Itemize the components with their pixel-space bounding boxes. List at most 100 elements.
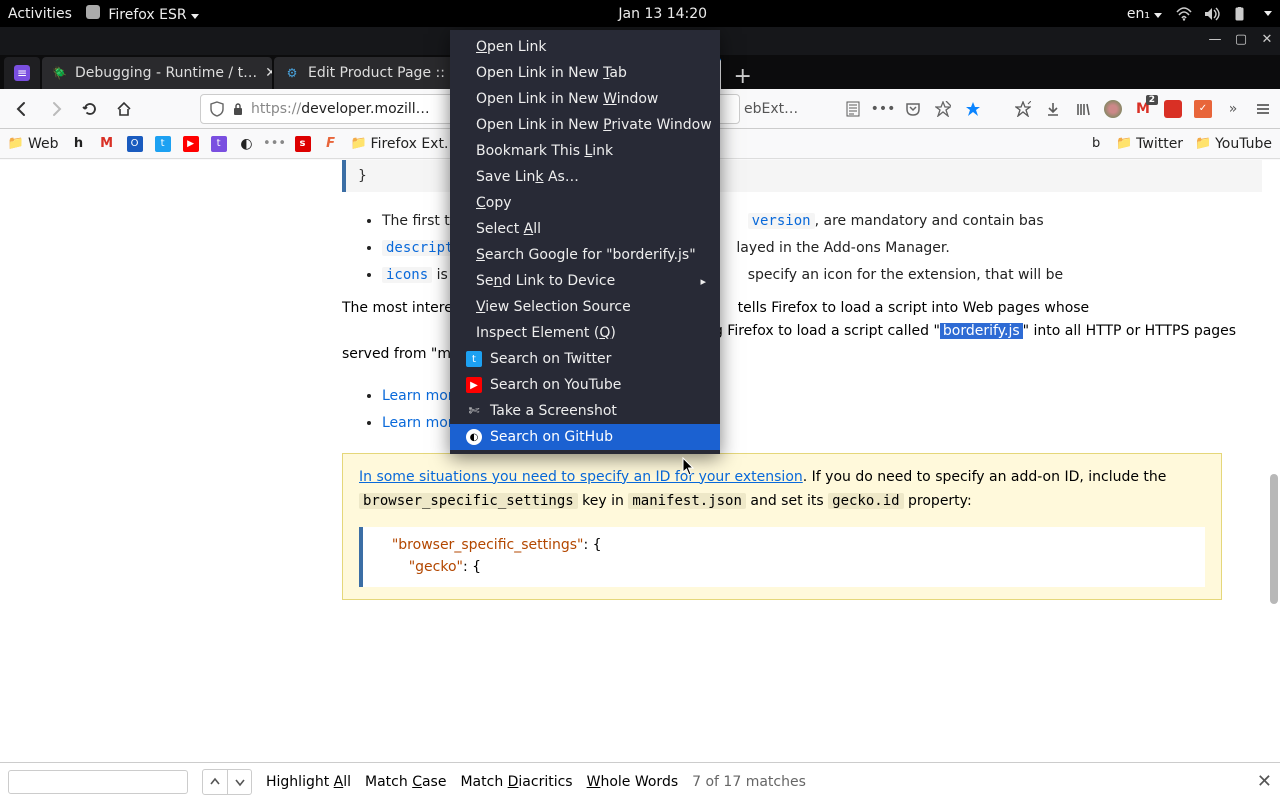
code-block-bss: "browser_specific_settings": { "gecko": …	[359, 527, 1205, 586]
gmail-icon[interactable]: M2	[1134, 100, 1152, 118]
minimize-button[interactable]: —	[1208, 33, 1222, 47]
ctx-select-all[interactable]: Select All	[450, 216, 720, 242]
ctx-take-screenshot[interactable]: ✄Take a Screenshot	[450, 398, 720, 424]
overflow-icon[interactable]: »	[1224, 100, 1242, 118]
highlight-all[interactable]: Highlight All	[266, 774, 351, 790]
profile-icon[interactable]	[1104, 100, 1122, 118]
bookmark-youtube[interactable]: ▶	[183, 136, 199, 152]
h-icon: h	[71, 136, 87, 152]
link-descript[interactable]: descript	[382, 240, 457, 256]
match-diacritics[interactable]: Match Diacritics	[460, 774, 572, 790]
tab-close-icon[interactable]: ✕	[720, 66, 722, 82]
submenu-arrow-icon: ▸	[700, 275, 706, 288]
bookmark-this-icon[interactable]	[1014, 100, 1032, 118]
pocket-icon[interactable]	[904, 100, 922, 118]
ctx-search-youtube[interactable]: ▶Search on YouTube	[450, 372, 720, 398]
outlook-icon: O	[127, 136, 143, 152]
bookmark-github[interactable]: ◐	[239, 136, 255, 152]
ctx-bookmark-link[interactable]: Bookmark This Link	[450, 138, 720, 164]
bookmark-outlook[interactable]: O	[127, 136, 143, 152]
ctx-copy[interactable]: Copy	[450, 190, 720, 216]
extension-red-icon[interactable]	[1164, 100, 1182, 118]
tab-pinned[interactable]: ≡	[4, 57, 40, 89]
bookmark-gmail[interactable]: M	[99, 136, 115, 152]
bookmark-firefox-ext[interactable]: 📁Firefox Ext…	[351, 136, 458, 152]
battery-icon[interactable]	[1232, 7, 1246, 21]
bookmark-web[interactable]: 📁Web	[8, 136, 59, 152]
url-extra-text: ebExt…	[744, 101, 798, 117]
volume-icon[interactable]	[1204, 7, 1218, 21]
bookmark-b[interactable]: b	[1088, 136, 1104, 152]
ctx-search-github[interactable]: ◐Search on GitHub	[450, 424, 720, 450]
app-menu[interactable]: Firefox ESR	[86, 5, 199, 23]
tab-close-icon[interactable]: ✕	[265, 65, 272, 81]
ctx-open-private[interactable]: Open Link in New Private Window	[450, 112, 720, 138]
context-menu: Open Link Open Link in New Tab Open Link…	[450, 30, 720, 454]
tab-label: Debugging - Runtime / t…	[75, 65, 257, 81]
home-button[interactable]	[110, 95, 138, 123]
bookmark-dots[interactable]: •••	[267, 136, 283, 152]
reload-button[interactable]	[76, 95, 104, 123]
ctx-open-new-tab[interactable]: Open Link in New Tab	[450, 60, 720, 86]
ctx-search-twitter[interactable]: tSearch on Twitter	[450, 346, 720, 372]
youtube-icon: ▶	[183, 136, 199, 152]
firefox-icon	[86, 5, 100, 19]
forward-button[interactable]	[42, 95, 70, 123]
ctx-save-link[interactable]: Save Link As…	[450, 164, 720, 190]
tab-debugging[interactable]: 🪲 Debugging - Runtime / t… ✕	[42, 57, 272, 89]
hamburger-menu-icon[interactable]	[1254, 100, 1272, 118]
reader-mode-icon[interactable]	[844, 100, 862, 118]
twitter-icon: t	[155, 136, 171, 152]
mouse-cursor-icon	[682, 457, 696, 477]
find-bar: Highlight All Match Case Match Diacritic…	[0, 762, 1280, 800]
find-next-button[interactable]	[227, 770, 251, 794]
link-version[interactable]: version	[748, 213, 815, 229]
bookmark-s[interactable]: s	[295, 136, 311, 152]
bookmark-twitter[interactable]: t	[155, 136, 171, 152]
ctx-open-new-window[interactable]: Open Link in New Window	[450, 86, 720, 112]
ctx-inspect-element[interactable]: Inspect Element (Q)	[450, 320, 720, 346]
code-manifest: manifest.json	[628, 493, 746, 509]
find-matches: 7 of 17 matches	[692, 774, 806, 790]
bookmark-twitch[interactable]: t	[211, 136, 227, 152]
ctx-view-selection-source[interactable]: View Selection Source	[450, 294, 720, 320]
whole-words[interactable]: Whole Words	[587, 774, 679, 790]
clock[interactable]: Jan 13 14:20	[215, 6, 1111, 22]
library-icon[interactable]	[1074, 100, 1092, 118]
system-menu-icon[interactable]	[1264, 11, 1272, 16]
find-input[interactable]	[8, 770, 188, 794]
downloads-icon[interactable]	[1044, 100, 1062, 118]
bookmark-h[interactable]: h	[71, 136, 87, 152]
edit-bookmark-icon[interactable]	[934, 100, 952, 118]
maximize-button[interactable]: ▢	[1234, 33, 1248, 47]
match-case[interactable]: Match Case	[365, 774, 446, 790]
github-icon: ◐	[239, 136, 255, 152]
find-close-button[interactable]: ✕	[1257, 771, 1272, 792]
scrollbar-thumb[interactable]	[1270, 474, 1278, 604]
bookmark-star-icon[interactable]	[964, 100, 982, 118]
folder-icon: 📁	[1116, 136, 1132, 152]
bookmark-youtube-folder[interactable]: 📁YouTube	[1195, 136, 1272, 152]
bookmark-twitter-folder[interactable]: 📁Twitter	[1116, 136, 1183, 152]
twitch-icon: t	[211, 136, 227, 152]
link-specify-id[interactable]: In some situations you need to specify a…	[359, 469, 803, 485]
ctx-search-google[interactable]: Search Google for "borderify.js"	[450, 242, 720, 268]
note-box: In some situations you need to specify a…	[342, 453, 1222, 600]
keyboard-layout[interactable]: en₁	[1127, 6, 1162, 22]
activities-button[interactable]: Activities	[8, 6, 72, 22]
new-tab-button[interactable]: +	[723, 64, 761, 89]
ctx-open-link[interactable]: Open Link	[450, 34, 720, 60]
extension-orange-icon[interactable]: ✓	[1194, 100, 1212, 118]
shield-icon[interactable]	[209, 101, 225, 117]
network-icon[interactable]	[1176, 7, 1190, 21]
close-window-button[interactable]: ✕	[1260, 33, 1274, 47]
page-actions-icon[interactable]: •••	[874, 100, 892, 118]
link-borderify[interactable]: borderify.js	[940, 323, 1023, 339]
link-icons[interactable]: icons	[382, 267, 432, 283]
bookmark-f[interactable]: F	[323, 136, 339, 152]
b-icon: b	[1088, 136, 1104, 152]
ctx-send-link[interactable]: Send Link to Device▸	[450, 268, 720, 294]
back-button[interactable]	[8, 95, 36, 123]
find-prev-button[interactable]	[203, 770, 227, 794]
lock-icon[interactable]	[231, 102, 245, 116]
